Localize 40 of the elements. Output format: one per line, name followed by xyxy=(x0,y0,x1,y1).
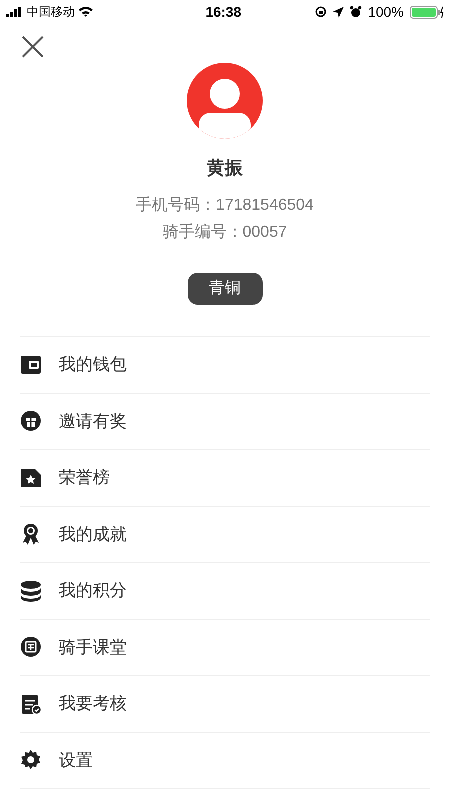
wifi-icon xyxy=(78,6,94,18)
menu-item[interactable]: 邀请有奖 xyxy=(20,394,430,450)
clock-time: 16:38 xyxy=(206,2,242,22)
star-file-icon xyxy=(20,466,42,489)
phone-number: 手机号码：17181546504 xyxy=(136,196,314,216)
menu-label: 骑手课堂 xyxy=(59,636,127,658)
menu-label: 我的积分 xyxy=(59,580,127,602)
menu-item[interactable]: 设置 xyxy=(20,732,430,789)
menu-item[interactable]: 骑手课堂 xyxy=(20,620,430,676)
menu-label: 邀请有奖 xyxy=(59,410,127,432)
checklist-icon xyxy=(20,692,42,715)
level-badge: 青铜 xyxy=(188,273,262,305)
menu-item[interactable]: 我的成就 xyxy=(20,506,430,563)
user-name: 黄振 xyxy=(207,157,243,180)
menu-label: 我要考核 xyxy=(59,693,127,715)
location-icon xyxy=(333,6,344,18)
menu-label: 我的成就 xyxy=(59,524,127,546)
menu-label: 我的钱包 xyxy=(59,354,127,376)
coin-stack-icon xyxy=(20,580,42,602)
menu-label: 设置 xyxy=(59,750,93,772)
alarm-icon xyxy=(350,6,362,18)
avatar-icon xyxy=(187,63,263,139)
signal-icon xyxy=(6,7,24,17)
menu-item[interactable]: 我的钱包 xyxy=(20,337,430,394)
settings-icon xyxy=(20,749,42,772)
battery-percent: 100% xyxy=(368,2,404,22)
medal-icon xyxy=(20,523,42,546)
menu-item[interactable]: 荣誉榜 xyxy=(20,450,430,506)
rider-number: 骑手编号：00057 xyxy=(162,222,288,243)
carrier-name: 中国移动 xyxy=(27,4,75,21)
menu-item[interactable]: 我的积分 xyxy=(20,563,430,620)
classroom-icon xyxy=(20,636,42,658)
close-button[interactable] xyxy=(20,34,46,60)
rotation-lock-icon xyxy=(315,6,328,18)
close-icon xyxy=(22,36,44,58)
menu-item[interactable]: 我要考核 xyxy=(20,676,430,732)
gift-icon xyxy=(20,410,42,432)
menu-label: 荣誉榜 xyxy=(59,467,110,489)
wallet-icon xyxy=(20,354,42,376)
battery-icon xyxy=(410,6,444,18)
